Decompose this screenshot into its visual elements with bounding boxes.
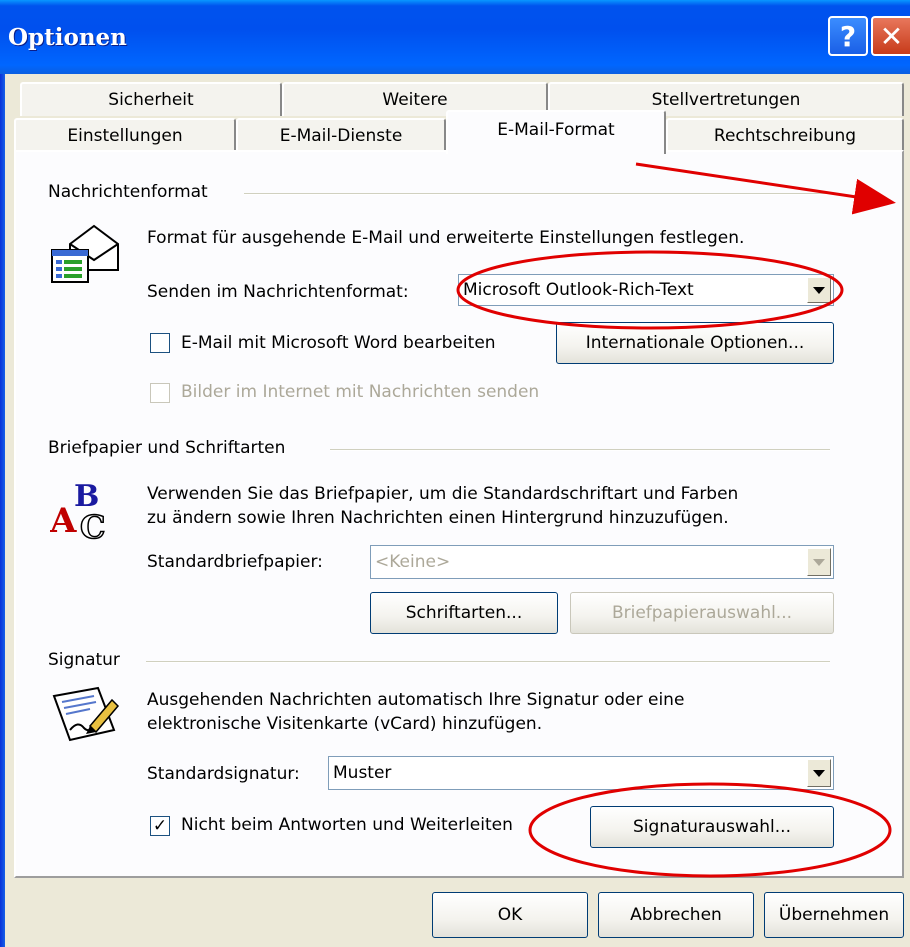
message-format-description: Format für ausgehende E-Mail und erweite… xyxy=(147,228,745,248)
svg-text:A: A xyxy=(50,501,77,541)
tab-sicherheit[interactable]: Sicherheit xyxy=(20,82,282,116)
send-format-select[interactable]: Microsoft Outlook-Rich-Text xyxy=(458,274,834,306)
tab-label: E-Mail-Format xyxy=(497,120,615,140)
window-frame-left xyxy=(0,74,5,947)
no-reply-label: Nicht beim Antworten und Weiterleiten xyxy=(181,815,513,835)
group-title-stationery: Briefpapier und Schriftarten xyxy=(48,438,286,458)
fonts-button[interactable]: Schriftarten... xyxy=(370,592,558,634)
tab-label: Einstellungen xyxy=(67,126,183,146)
tab-label: Rechtschreibung xyxy=(713,126,857,146)
tab-label: Sicherheit xyxy=(108,90,194,110)
title-bar[interactable]: Optionen ? ✕ xyxy=(0,0,910,74)
default-stationery-select[interactable]: <Keine> xyxy=(370,545,834,579)
default-signature-value: Muster xyxy=(333,763,392,783)
send-format-value: Microsoft Outlook-Rich-Text xyxy=(463,280,694,300)
stationery-description-2: zu ändern sowie Ihren Nachrichten einen … xyxy=(147,508,729,528)
default-signature-label: Standardsignatur: xyxy=(147,764,300,784)
group-divider xyxy=(244,193,830,195)
tab-rechtschreibung[interactable]: Rechtschreibung xyxy=(666,118,904,152)
window-title: Optionen xyxy=(8,24,127,51)
stationery-description-1: Verwenden Sie das Briefpapier, um die St… xyxy=(147,484,739,504)
international-options-button[interactable]: Internationale Optionen... xyxy=(556,322,834,364)
send-pictures-checkbox[interactable] xyxy=(150,383,170,403)
help-icon: ? xyxy=(839,19,857,53)
close-icon: ✕ xyxy=(879,19,904,53)
envelope-format-icon xyxy=(51,224,119,283)
default-stationery-label: Standardbriefpapier: xyxy=(147,552,323,572)
word-editor-label: E-Mail mit Microsoft Word bearbeiten xyxy=(181,333,496,353)
signature-pen-icon xyxy=(52,686,120,742)
signature-description-1: Ausgehenden Nachrichten automatisch Ihre… xyxy=(147,690,685,710)
tab-label: Weitere xyxy=(382,90,448,110)
send-format-label: Senden im Nachrichtenformat: xyxy=(147,282,409,302)
ok-button[interactable]: OK xyxy=(432,892,588,938)
signature-picker-button[interactable]: Signaturauswahl... xyxy=(590,806,834,848)
default-signature-select[interactable]: Muster xyxy=(328,756,834,790)
stationery-picker-button[interactable]: Briefpapierauswahl... xyxy=(570,592,834,634)
tab-label: Stellvertretungen xyxy=(651,90,801,110)
tab-email-format[interactable]: E-Mail-Format xyxy=(446,110,666,154)
svg-text:C: C xyxy=(80,508,105,544)
tab-email-dienste[interactable]: E-Mail-Dienste xyxy=(236,118,446,152)
group-title-message-format: Nachrichtenformat xyxy=(48,182,208,202)
chevron-down-icon[interactable] xyxy=(807,759,831,787)
cancel-button[interactable]: Abbrechen xyxy=(598,892,754,938)
group-divider xyxy=(330,449,830,451)
group-divider xyxy=(146,661,830,663)
chevron-down-icon[interactable] xyxy=(807,548,831,576)
help-button[interactable]: ? xyxy=(828,16,868,56)
signature-description-2: elektronische Visitenkarte (vCard) hinzu… xyxy=(147,714,543,734)
close-button[interactable]: ✕ xyxy=(871,16,910,56)
checkmark-icon: ✓ xyxy=(152,815,168,836)
send-pictures-label: Bilder im Internet mit Nachrichten sende… xyxy=(181,382,540,402)
tab-label: E-Mail-Dienste xyxy=(279,126,403,146)
apply-button[interactable]: Übernehmen xyxy=(764,892,904,938)
chevron-down-icon[interactable] xyxy=(807,277,831,303)
no-reply-checkbox[interactable]: ✓ xyxy=(150,816,170,836)
word-editor-checkbox[interactable] xyxy=(150,333,170,353)
default-stationery-value: <Keine> xyxy=(375,552,451,572)
group-title-signature: Signatur xyxy=(48,650,120,670)
tab-einstellungen[interactable]: Einstellungen xyxy=(14,118,236,152)
font-abc-icon: B A C xyxy=(50,480,106,544)
